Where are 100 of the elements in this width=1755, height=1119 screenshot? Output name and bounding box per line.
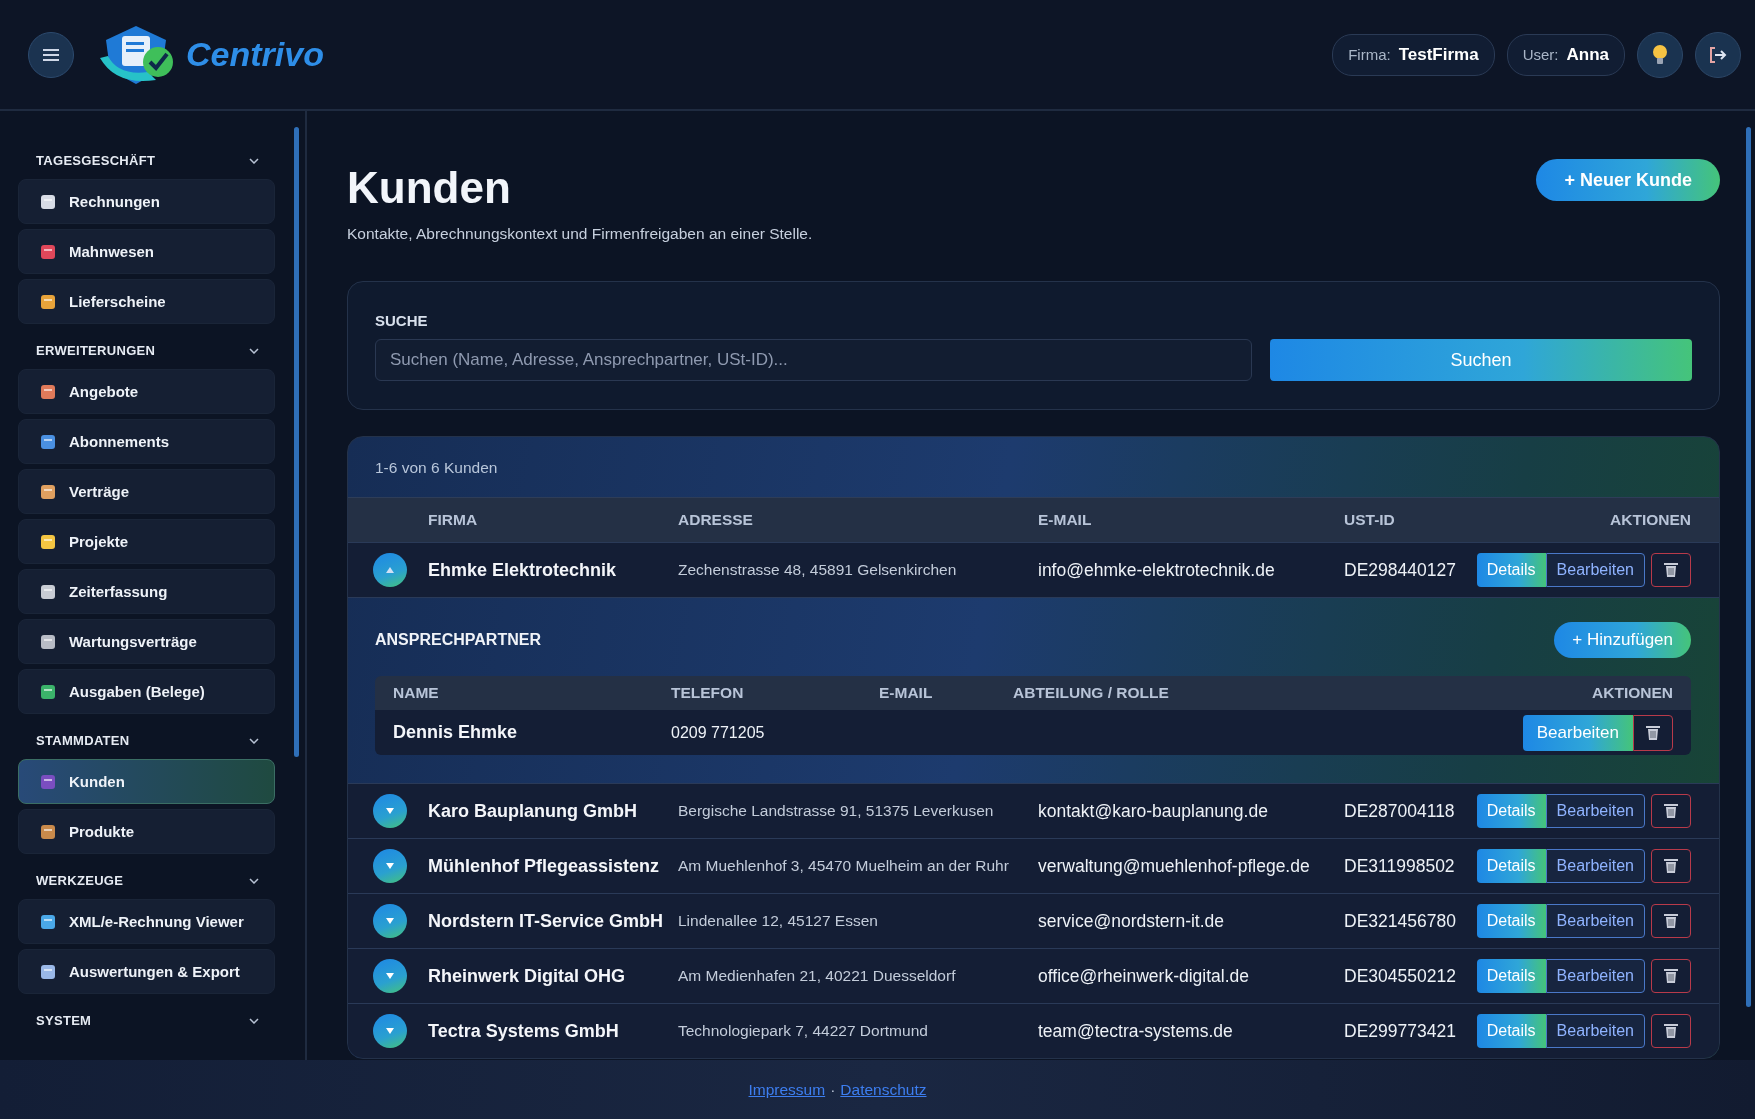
contacts-title: ANSPRECHPARTNER bbox=[375, 631, 541, 649]
sidebar-section-header[interactable]: STAMMDATEN bbox=[18, 719, 275, 754]
delete-button[interactable] bbox=[1651, 553, 1691, 587]
sidebar-item[interactable]: Produkte bbox=[18, 809, 275, 854]
column-header: ADRESSE bbox=[678, 511, 754, 529]
sidebar-item[interactable]: XML/e-Rechnung Viewer bbox=[18, 899, 275, 944]
edit-button[interactable]: Bearbeiten bbox=[1545, 904, 1645, 938]
sidebar-item[interactable]: Ausgaben (Belege) bbox=[18, 669, 275, 714]
table-cell-text: verwaltung@muehlenhof-pflege.de bbox=[1038, 855, 1311, 877]
table-cell-text: Tectra Systems GmbH bbox=[428, 1020, 620, 1042]
table-cell-text: 0209 771205 bbox=[671, 723, 766, 742]
logout-button[interactable] bbox=[1695, 31, 1741, 78]
theme-button[interactable] bbox=[1637, 31, 1683, 78]
column-header: AKTIONEN bbox=[1609, 511, 1691, 529]
page-title: Kunden bbox=[347, 163, 512, 213]
table-cell-text: Mühlenhof Pflegeassistenz bbox=[428, 855, 661, 877]
scrollbar[interactable] bbox=[1746, 127, 1751, 1007]
table-cell-text: Dennis Ehmke bbox=[393, 722, 519, 743]
column-header: AKTIONEN bbox=[1591, 684, 1673, 702]
expand-toggle[interactable] bbox=[373, 553, 407, 587]
page-subtitle: Kontakte, Abrechnungskontext und Firmenfreigaben an einer Stelle. bbox=[347, 225, 813, 243]
delete-button[interactable] bbox=[1633, 714, 1673, 751]
sidebar-item[interactable]: Mahnwesen bbox=[18, 229, 275, 274]
table-cell-text: DE321456780 bbox=[1344, 910, 1457, 932]
table-cell-text: DE299773421 bbox=[1344, 1020, 1457, 1042]
sidebar-item[interactable]: Projekte bbox=[18, 519, 275, 564]
triangle-down-icon bbox=[385, 862, 395, 870]
edit-button[interactable]: Bearbeiten bbox=[1545, 794, 1645, 828]
delete-button[interactable] bbox=[1651, 904, 1691, 938]
trash-icon bbox=[1646, 724, 1660, 741]
edit-button[interactable]: Bearbeiten bbox=[1545, 849, 1645, 883]
chevron-icon bbox=[249, 157, 259, 164]
column-header: E-MAIL bbox=[879, 684, 934, 702]
trash-icon bbox=[1664, 1023, 1678, 1039]
chevron-icon bbox=[249, 737, 259, 744]
table-cell-text: Karo Bauplanung GmbH bbox=[428, 800, 638, 822]
table-cell-text: Am Muehlenhof 3, 45470 Muelheim an der Ruhr bbox=[678, 857, 1010, 875]
table-cell-text: Rheinwerk Digital OHG bbox=[428, 965, 627, 987]
edit-button[interactable]: Bearbeiten bbox=[1545, 553, 1645, 587]
table-cell-text: Technologiepark 7, 44227 Dortmund bbox=[678, 1022, 929, 1040]
trash-icon bbox=[1664, 858, 1678, 874]
separator: · bbox=[830, 1080, 836, 1099]
logout-icon bbox=[1709, 46, 1727, 63]
edit-button[interactable]: Bearbeiten bbox=[1545, 959, 1645, 993]
sidebar-section-header[interactable]: TAGESGESCHÄFT bbox=[18, 139, 275, 174]
chevron-icon bbox=[249, 877, 259, 884]
sidebar-item[interactable]: Verträge bbox=[18, 469, 275, 514]
menu-button[interactable] bbox=[28, 31, 74, 78]
trash-icon bbox=[1664, 803, 1678, 819]
column-header: E-MAIL bbox=[1038, 511, 1093, 529]
trash-icon bbox=[1664, 562, 1678, 578]
triangle-up-icon bbox=[385, 566, 395, 574]
delete-button[interactable] bbox=[1651, 849, 1691, 883]
search-label: SUCHE bbox=[375, 312, 429, 329]
column-header: FIRMA bbox=[428, 511, 479, 529]
table-cell-text: Bergische Landstrasse 91, 51375 Leverkusen bbox=[678, 802, 995, 820]
expand-toggle[interactable] bbox=[373, 1014, 407, 1048]
table-cell-text: Am Medienhafen 21, 40221 Duesseldorf bbox=[678, 967, 957, 985]
search-field[interactable]: Suchen (Name, Adresse, Ansprechpartner, USt-ID)... bbox=[375, 339, 1252, 381]
light-bulb-icon bbox=[1652, 43, 1668, 66]
table-cell-text: office@rheinwerk-digital.de bbox=[1038, 965, 1251, 987]
expand-toggle[interactable] bbox=[373, 904, 407, 938]
delete-button[interactable] bbox=[1651, 959, 1691, 993]
column-header: TELEFON bbox=[671, 684, 745, 702]
sidebar-item[interactable]: Lieferscheine bbox=[18, 279, 275, 324]
sidebar-item[interactable]: Zeiterfassung bbox=[18, 569, 275, 614]
table-cell-text: DE298440127 bbox=[1344, 559, 1457, 581]
company-badge: Firma: TestFirma bbox=[1332, 33, 1495, 76]
menu-icon bbox=[43, 47, 59, 62]
column-header: ABTEILUNG / ROLLE bbox=[1013, 684, 1170, 702]
column-header: NAME bbox=[393, 684, 440, 702]
trash-icon bbox=[1664, 968, 1678, 984]
result-count: 1-6 von 6 Kunden bbox=[374, 458, 499, 478]
table-cell-text: Ehmke Elektrotechnik bbox=[428, 559, 618, 581]
trash-icon bbox=[1664, 913, 1678, 929]
sidebar-section-header[interactable]: ERWEITERUNGEN bbox=[18, 329, 275, 364]
user-badge: User: Anna bbox=[1506, 33, 1625, 76]
expand-toggle[interactable] bbox=[373, 849, 407, 883]
delete-button[interactable] bbox=[1651, 1014, 1691, 1048]
sidebar-item[interactable]: Auswertungen & Export bbox=[18, 949, 275, 994]
sidebar-item[interactable]: Abonnements bbox=[18, 419, 275, 464]
expand-toggle[interactable] bbox=[373, 794, 407, 828]
table-cell-text: info@ehmke-elektrotechnik.de bbox=[1038, 559, 1276, 581]
imprint-link[interactable]: Impressum bbox=[748, 1080, 826, 1099]
sidebar-section-header[interactable]: WERKZEUGE bbox=[18, 859, 275, 894]
table-cell-text: team@tectra-systems.de bbox=[1038, 1020, 1234, 1042]
sidebar-item[interactable]: Wartungsverträge bbox=[18, 619, 275, 664]
table-cell-text: DE304550212 bbox=[1344, 965, 1457, 987]
sidebar-item[interactable]: Rechnungen bbox=[18, 179, 275, 224]
table-cell-text: Zechenstrasse 48, 45891 Gelsenkirchen bbox=[678, 561, 958, 579]
sidebar-item[interactable]: Kunden bbox=[18, 759, 275, 804]
expand-toggle[interactable] bbox=[373, 959, 407, 993]
edit-button[interactable]: Bearbeiten bbox=[1545, 1014, 1645, 1048]
sidebar-section-header[interactable]: SYSTEM bbox=[18, 999, 275, 1034]
table-cell-text: service@nordstern-it.de bbox=[1038, 910, 1226, 932]
sidebar-item[interactable]: Angebote bbox=[18, 369, 275, 414]
table-cell-text: Nordstern IT-Service GmbH bbox=[428, 910, 665, 932]
delete-button[interactable] bbox=[1651, 794, 1691, 828]
scrollbar[interactable] bbox=[294, 127, 299, 757]
privacy-link[interactable]: Datenschutz bbox=[840, 1080, 927, 1099]
